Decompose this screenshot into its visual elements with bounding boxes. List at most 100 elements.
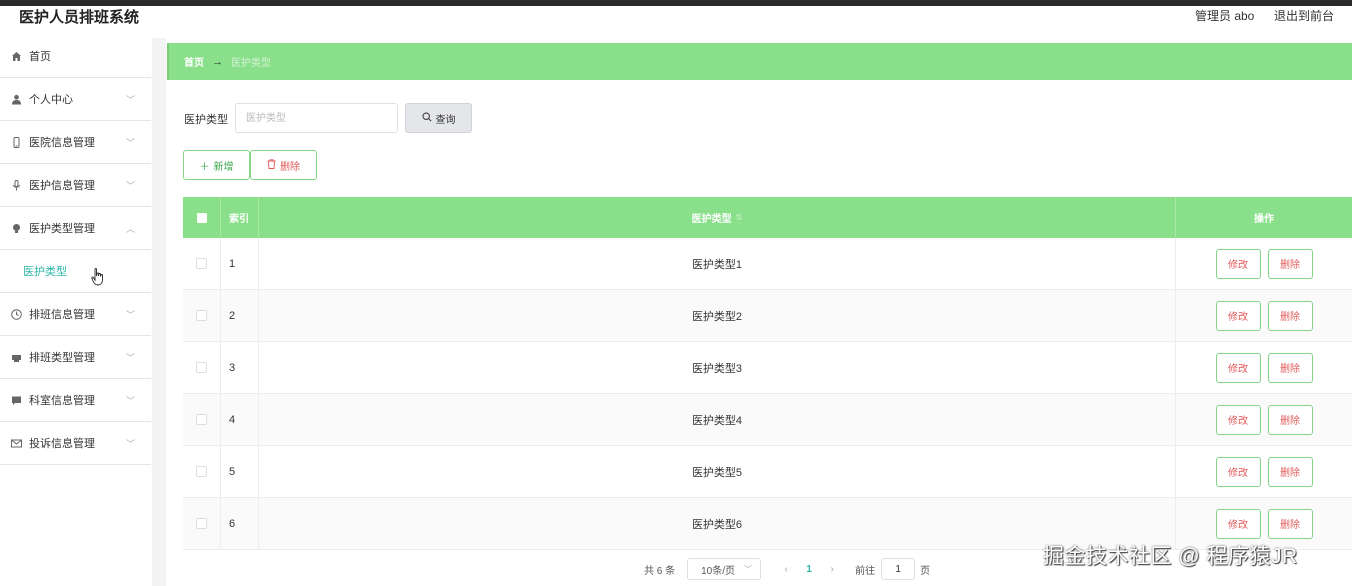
- sidebar-item-complaint[interactable]: 投诉信息管理 ﹀: [0, 422, 151, 465]
- row-type: 医护类型2: [259, 290, 1176, 341]
- row-select-cell: [183, 238, 221, 289]
- row-actions: 修改 删除: [1176, 446, 1352, 497]
- edit-button[interactable]: 修改: [1215, 404, 1261, 435]
- page-size-select[interactable]: 10条/页 ﹀: [687, 558, 762, 580]
- delete-button[interactable]: 删除: [1267, 456, 1313, 487]
- chevron-down-icon: ﹀: [125, 310, 135, 320]
- sidebar-subitem-medtype[interactable]: 医护类型: [0, 250, 151, 293]
- sidebar-item-label: 医院信息管理: [29, 137, 95, 149]
- row-checkbox[interactable]: [196, 466, 207, 477]
- sidebar-subitem-label: 医护类型: [23, 266, 67, 278]
- row-index: 3: [221, 342, 259, 393]
- row-checkbox[interactable]: [196, 362, 207, 373]
- sidebar-item-profile[interactable]: 个人中心 ﹀: [0, 78, 151, 121]
- data-table: 索引 医护类型 ⇅ 操作 1 医护类型1 修改 删除 2 医护类型2 修改 删除 3 医护类型3 修…: [183, 197, 1352, 550]
- table-body: 1 医护类型1 修改 删除 2 医护类型2 修改 删除 3 医护类型3 修改 删除 4 医护类型4 修改 删除…: [183, 238, 1352, 550]
- sidebar-item-label: 排班信息管理: [29, 309, 95, 321]
- edit-button[interactable]: 修改: [1215, 248, 1261, 279]
- pagination-total: 共 6 条: [644, 565, 676, 577]
- mail-icon: [10, 437, 22, 449]
- add-button[interactable]: ＋ 新增: [183, 150, 250, 180]
- chevron-down-icon: ﹀: [125, 396, 135, 406]
- chevron-down-icon: ﹀: [125, 439, 135, 449]
- plus-icon: ＋: [199, 161, 210, 173]
- sidebar-item-hospital[interactable]: 医院信息管理 ﹀: [0, 121, 151, 164]
- pointer-cursor-icon: [91, 268, 105, 289]
- sort-icon[interactable]: ⇅: [736, 213, 743, 222]
- row-checkbox[interactable]: [196, 414, 207, 425]
- edit-button[interactable]: 修改: [1215, 456, 1261, 487]
- delete-button[interactable]: 删除: [1267, 300, 1313, 331]
- next-page-button[interactable]: ›: [825, 564, 839, 575]
- lightbulb-icon: [10, 222, 22, 234]
- message-icon: [10, 394, 22, 406]
- row-actions: 修改 删除: [1176, 342, 1352, 393]
- home-icon: [10, 50, 22, 62]
- page-size-value: 10条/页: [701, 565, 736, 577]
- header-type[interactable]: 医护类型 ⇅: [259, 197, 1176, 238]
- sidebar-item-label: 医护类型管理: [29, 223, 95, 235]
- select-all-checkbox[interactable]: [196, 212, 207, 223]
- sidebar-item-home[interactable]: 首页: [0, 35, 151, 78]
- row-checkbox[interactable]: [196, 518, 207, 529]
- row-type: 医护类型4: [259, 394, 1176, 445]
- search-button[interactable]: 查询: [405, 103, 472, 133]
- row-checkbox[interactable]: [196, 310, 207, 321]
- row-index: 6: [221, 498, 259, 549]
- page-number[interactable]: 1: [793, 564, 825, 575]
- sidebar-item-schedule[interactable]: 排班信息管理 ﹀: [0, 293, 151, 336]
- microphone-icon: [10, 179, 22, 191]
- breadcrumb: 首页 → 医护类型: [167, 43, 1352, 80]
- chevron-down-icon: ﹀: [744, 565, 753, 574]
- prev-page-button[interactable]: ‹: [779, 564, 793, 575]
- search-icon: [421, 111, 432, 125]
- table-row: 5 医护类型5 修改 删除: [183, 446, 1352, 498]
- header-index: 索引: [221, 197, 259, 238]
- delete-button[interactable]: 删除: [1267, 508, 1313, 539]
- row-type: 医护类型5: [259, 446, 1176, 497]
- sidebar-item-scheduletype[interactable]: 排班类型管理 ﹀: [0, 336, 151, 379]
- add-button-label: 新增: [213, 161, 234, 173]
- breadcrumb-home[interactable]: 首页: [184, 54, 204, 69]
- row-type: 医护类型3: [259, 342, 1176, 393]
- table-row: 3 医护类型3 修改 删除: [183, 342, 1352, 394]
- row-index: 5: [221, 446, 259, 497]
- delete-button[interactable]: 删除: [1267, 404, 1313, 435]
- sidebar: 首页 个人中心 ﹀ 医院信息管理 ﹀ 医护信息管理 ﹀ 医护类型管理 ︿ 医护类…: [0, 35, 151, 586]
- page-suffix: 页: [920, 565, 931, 577]
- current-user: 管理员 abo: [1195, 9, 1255, 23]
- delete-button[interactable]: 删除: [1267, 248, 1313, 279]
- chevron-down-icon: ﹀: [125, 181, 135, 191]
- row-index: 2: [221, 290, 259, 341]
- edit-button[interactable]: 修改: [1215, 508, 1261, 539]
- row-select-cell: [183, 394, 221, 445]
- pagination: 共 6 条 10条/页 ﹀ ‹ 1 › 前往 页: [644, 558, 930, 580]
- row-select-cell: [183, 342, 221, 393]
- edit-button[interactable]: 修改: [1215, 352, 1261, 383]
- table-header: 索引 医护类型 ⇅ 操作: [183, 197, 1352, 238]
- chevron-up-icon: ︿: [125, 224, 135, 234]
- logout-link[interactable]: 退出到前台: [1274, 7, 1334, 24]
- sidebar-item-medstaff[interactable]: 医护信息管理 ﹀: [0, 164, 151, 207]
- row-type: 医护类型6: [259, 498, 1176, 549]
- table-row: 2 医护类型2 修改 删除: [183, 290, 1352, 342]
- printer-icon: [10, 351, 22, 363]
- trash-icon: [267, 158, 276, 172]
- goto-page-input[interactable]: [881, 558, 916, 580]
- row-select-cell: [183, 290, 221, 341]
- edit-button[interactable]: 修改: [1215, 300, 1261, 331]
- chevron-down-icon: ﹀: [125, 353, 135, 363]
- search-button-label: 查询: [435, 114, 456, 126]
- sidebar-item-label: 个人中心: [29, 94, 73, 106]
- sidebar-item-department[interactable]: 科室信息管理 ﹀: [0, 379, 151, 422]
- search-input[interactable]: [235, 103, 398, 133]
- sidebar-item-medtype[interactable]: 医护类型管理 ︿: [0, 207, 151, 250]
- row-checkbox[interactable]: [196, 258, 207, 269]
- watermark: 掘金技术社区 @ 程序猿JR: [1043, 545, 1298, 568]
- delete-button[interactable]: 删除: [1267, 352, 1313, 383]
- table-row: 1 医护类型1 修改 删除: [183, 238, 1352, 290]
- user-icon: [10, 93, 22, 105]
- batch-delete-button[interactable]: 删除: [250, 150, 317, 180]
- sidebar-gutter: [152, 38, 166, 586]
- row-index: 1: [221, 238, 259, 289]
